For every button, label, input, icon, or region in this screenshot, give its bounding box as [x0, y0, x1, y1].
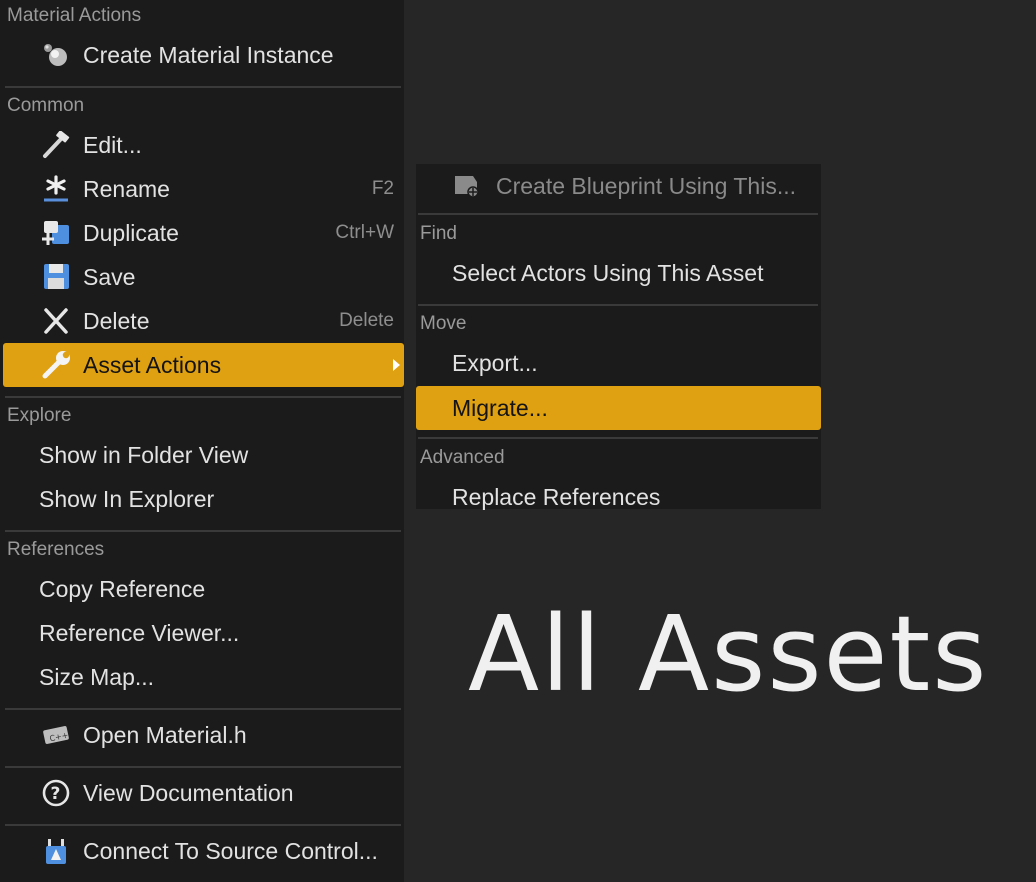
menu-item-copy-reference[interactable]: Copy Reference — [3, 567, 404, 611]
asset-actions-submenu: Create Blueprint Using This... Find Sele… — [416, 164, 821, 510]
menu-item-label: Reference Viewer... — [39, 620, 240, 646]
edit-hammer-icon — [39, 131, 73, 158]
section-header-material-actions: Material Actions — [7, 5, 142, 26]
separator — [5, 766, 401, 768]
menu-item-replace-references[interactable]: Replace References — [416, 475, 821, 519]
menu-item-duplicate[interactable]: Duplicate Ctrl+W — [3, 211, 404, 255]
menu-item-label: Open Material.h — [83, 722, 247, 748]
menu-item-show-in-explorer[interactable]: Show In Explorer — [3, 477, 404, 521]
cpp-file-icon: C++ — [39, 722, 73, 748]
menu-item-connect-source-control[interactable]: Connect To Source Control... — [3, 829, 404, 873]
menu-item-label: Rename — [83, 176, 170, 202]
context-menu: Material Actions Create Material Instanc… — [0, 0, 404, 882]
separator — [5, 396, 401, 398]
svg-text:?: ? — [51, 784, 61, 804]
menu-item-create-material-instance[interactable]: Create Material Instance — [3, 33, 404, 77]
menu-item-label: Create Material Instance — [83, 42, 334, 68]
menu-item-migrate[interactable]: Migrate... — [416, 386, 821, 430]
menu-item-label: Connect To Source Control... — [83, 838, 378, 864]
menu-item-view-documentation[interactable]: ? View Documentation — [3, 771, 404, 815]
save-floppy-icon — [39, 264, 73, 290]
menu-item-rename[interactable]: Rename F2 — [3, 167, 404, 211]
shortcut-label: Delete — [339, 310, 394, 331]
menu-item-size-map[interactable]: Size Map... — [3, 655, 404, 699]
menu-item-export[interactable]: Export... — [416, 341, 821, 385]
material-sphere-icon — [39, 42, 73, 68]
delete-x-icon — [39, 308, 73, 334]
separator — [5, 824, 401, 826]
section-header-common: Common — [7, 95, 85, 116]
separator — [418, 437, 818, 439]
menu-item-label: Show in Folder View — [39, 442, 249, 468]
menu-item-save[interactable]: Save — [3, 255, 404, 299]
shortcut-label: F2 — [371, 178, 394, 199]
menu-item-label: Create Blueprint Using This... — [496, 173, 796, 199]
menu-item-edit[interactable]: Edit... — [3, 123, 404, 167]
separator — [5, 530, 401, 532]
overlay-title: All Assets — [468, 593, 989, 715]
menu-item-label: Asset Actions — [83, 352, 222, 378]
menu-item-open-material-h[interactable]: C++ Open Material.h — [3, 713, 404, 757]
help-question-icon: ? — [39, 779, 73, 807]
shortcut-label: Ctrl+W — [335, 222, 394, 243]
blueprint-icon — [450, 173, 484, 199]
section-header-find: Find — [420, 223, 457, 244]
duplicate-icon — [39, 220, 73, 246]
menu-item-select-actors[interactable]: Select Actors Using This Asset — [416, 251, 821, 295]
menu-item-label: Copy Reference — [39, 576, 206, 602]
menu-item-label: Edit... — [83, 132, 142, 158]
separator — [418, 304, 818, 306]
section-header-advanced: Advanced — [420, 447, 505, 468]
menu-item-delete[interactable]: Delete Delete — [3, 299, 404, 343]
menu-item-label: Duplicate — [83, 220, 179, 246]
menu-item-label: Save — [83, 264, 136, 290]
section-header-references: References — [7, 539, 105, 560]
menu-item-label: Migrate... — [452, 395, 548, 421]
menu-item-label: Show In Explorer — [39, 486, 215, 512]
menu-item-label: Size Map... — [39, 664, 155, 690]
menu-item-asset-actions[interactable]: Asset Actions — [3, 343, 404, 387]
menu-item-reference-viewer[interactable]: Reference Viewer... — [3, 611, 404, 655]
submenu-arrow-icon — [393, 359, 400, 371]
separator — [5, 86, 401, 88]
section-header-explore: Explore — [7, 405, 72, 426]
menu-item-label: Delete — [83, 308, 150, 334]
rename-asterisk-icon — [39, 175, 73, 202]
menu-item-label: Replace References — [452, 484, 661, 510]
source-control-icon — [39, 838, 73, 864]
separator — [5, 708, 401, 710]
wrench-icon — [39, 351, 73, 379]
menu-item-label: View Documentation — [83, 780, 294, 806]
menu-item-label: Export... — [452, 350, 538, 376]
menu-item-label: Select Actors Using This Asset — [452, 260, 764, 286]
menu-item-show-in-folder-view[interactable]: Show in Folder View — [3, 433, 404, 477]
section-header-move: Move — [420, 313, 467, 334]
menu-item-create-blueprint[interactable]: Create Blueprint Using This... — [416, 164, 821, 208]
separator — [418, 213, 818, 215]
